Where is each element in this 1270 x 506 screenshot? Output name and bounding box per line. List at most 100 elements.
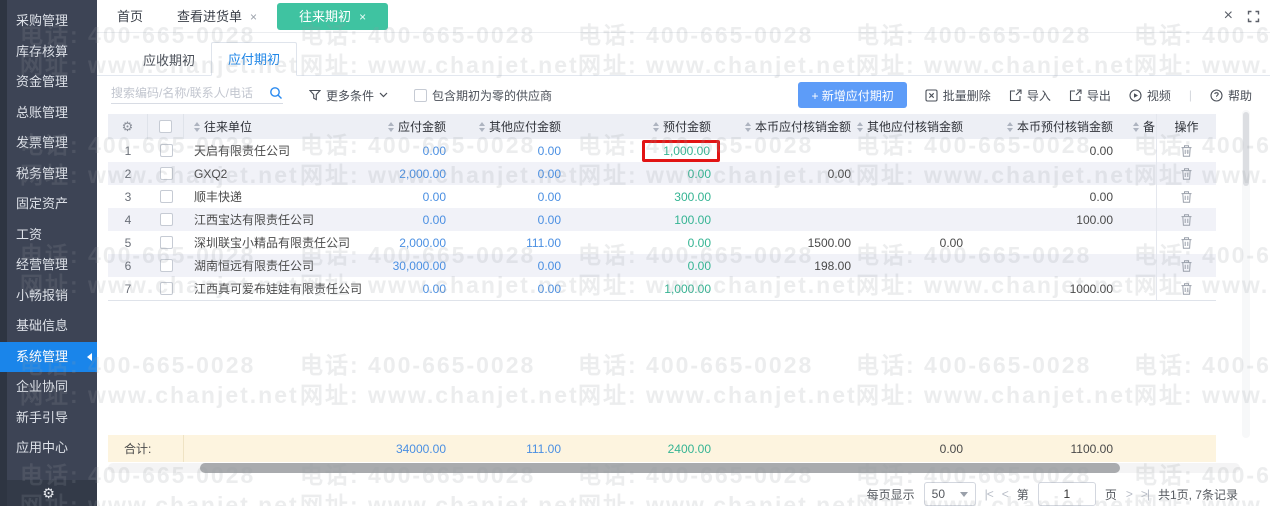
sidebar-item[interactable]: 总账管理: [0, 98, 97, 129]
video-button[interactable]: 视频: [1129, 87, 1171, 104]
header-label: 预付金额: [662, 120, 711, 134]
tab-首页[interactable]: 首页: [103, 3, 157, 30]
subtab-应付期初[interactable]: 应付期初: [211, 42, 298, 76]
header-cell[interactable]: 本币应付核销金额: [721, 118, 861, 135]
tab-查看进货单[interactable]: 查看进货单 ×: [163, 3, 271, 30]
header-cell[interactable]: 其他应付核销金额: [856, 118, 973, 135]
sidebar-item[interactable]: 资金管理: [0, 67, 97, 98]
sidebar-item[interactable]: 库存核算: [0, 37, 97, 68]
horizontal-scrollbar[interactable]: [108, 462, 1240, 474]
sidebar-item[interactable]: 应用中心: [0, 433, 97, 464]
sort-icon[interactable]: [1006, 121, 1013, 132]
row-checkbox[interactable]: [159, 167, 173, 180]
trash-icon[interactable]: [1181, 236, 1192, 249]
row-checkbox[interactable]: [159, 213, 173, 226]
first-page-icon[interactable]: |<: [985, 487, 994, 501]
close-icon[interactable]: ×: [1224, 8, 1233, 24]
help-button[interactable]: 帮助: [1210, 87, 1252, 104]
trash-icon[interactable]: [1181, 282, 1192, 295]
sidebar-item[interactable]: 采购管理: [0, 6, 97, 37]
row-checkbox[interactable]: [159, 282, 173, 295]
fullscreen-icon[interactable]: [1247, 10, 1260, 23]
row-checkbox[interactable]: [159, 190, 173, 203]
vertical-scrollbar[interactable]: [1242, 110, 1250, 438]
header-cell[interactable]: 应付金额: [356, 118, 456, 135]
last-page-icon[interactable]: >|: [1141, 487, 1150, 501]
horizontal-scrollbar-thumb[interactable]: [200, 463, 1120, 473]
header-cell[interactable]: 往来单位: [184, 118, 356, 135]
row-number-cell: 2: [108, 167, 148, 181]
settings-gear-icon[interactable]: ⚙: [42, 485, 55, 501]
search-icon[interactable]: [269, 86, 283, 100]
subtab-应收期初[interactable]: 应收期初: [127, 44, 211, 76]
sort-icon[interactable]: [194, 121, 200, 132]
select-all-checkbox[interactable]: [159, 120, 172, 133]
gear-icon[interactable]: ⚙: [122, 119, 134, 135]
page-number-input[interactable]: [1037, 482, 1096, 506]
table-row[interactable]: 2 GXQ2 2,000.00 0.00 0.00 0.00: [108, 162, 1216, 185]
batch-delete-button[interactable]: 批量删除: [925, 87, 991, 104]
include-zero-checkbox-item[interactable]: 包含期初为零的供应商: [414, 87, 552, 104]
prev-page-icon[interactable]: <: [1002, 487, 1009, 501]
sidebar-item[interactable]: 小畅报销: [0, 281, 97, 312]
row-checkbox[interactable]: [159, 259, 173, 272]
cell-value: 湖南恒远有限责任公司: [194, 259, 315, 273]
sort-icon[interactable]: [1133, 121, 1139, 132]
trash-icon[interactable]: [1181, 259, 1192, 272]
sidebar-item[interactable]: 经营管理: [0, 250, 97, 281]
sidebar-item[interactable]: 税务管理: [0, 159, 97, 190]
trash-icon[interactable]: [1181, 167, 1192, 180]
help-icon: [1210, 88, 1223, 102]
table-row[interactable]: 3 顺丰快递 0.00 0.00 300.00 0.00: [108, 185, 1216, 208]
trash-icon[interactable]: [1181, 213, 1192, 226]
cell-value: 0.00: [537, 281, 561, 296]
row-checkbox-cell: [148, 167, 184, 180]
sidebar-item[interactable]: 发票管理: [0, 128, 97, 159]
sidebar-item[interactable]: 工资: [0, 220, 97, 251]
table-row[interactable]: 7 江西真可爱布娃娃有限责任公司 0.00 0.00 1,000.00 1000.00: [108, 277, 1216, 300]
include-zero-checkbox[interactable]: [414, 88, 428, 102]
add-payable-opening-button[interactable]: + 新增应付期初: [798, 82, 907, 108]
sort-icon[interactable]: [478, 121, 485, 132]
cell-value: 1,000.00: [663, 143, 710, 158]
table-row[interactable]: 4 江西宝达有限责任公司 0.00 0.00 100.00 100.00: [108, 208, 1216, 231]
sort-icon[interactable]: [856, 121, 863, 132]
search-input[interactable]: [111, 86, 269, 100]
cell-value: 0.00: [827, 166, 851, 181]
row-checkbox[interactable]: [159, 144, 173, 157]
sidebar-item[interactable]: 固定资产: [0, 189, 97, 220]
trash-icon[interactable]: [1181, 190, 1192, 203]
sidebar-item[interactable]: 新手引导: [0, 403, 97, 434]
trash-icon[interactable]: [1181, 144, 1192, 157]
sort-icon[interactable]: [652, 121, 659, 132]
row-actions-cell: [1156, 254, 1216, 277]
row-checkbox[interactable]: [159, 236, 173, 249]
per-page-select[interactable]: 50: [923, 482, 976, 506]
row-number-cell: 1: [108, 144, 148, 158]
pagination: 每页显示 50 |< < 第 页 > >| 共1页, 7条记录: [97, 474, 1270, 506]
header-cell[interactable]: 备: [1123, 118, 1156, 135]
sidebar-item[interactable]: 系统管理: [0, 341, 97, 372]
more-filters-button[interactable]: 更多条件: [309, 87, 388, 104]
table-row[interactable]: 5 深圳联宝小精品有限责任公司 2,000.00 111.00 0.00 1500.00 0…: [108, 231, 1216, 254]
cell-value: 100.00: [1076, 212, 1113, 227]
header-label: 其他应付核销金额: [866, 120, 963, 134]
next-page-icon[interactable]: >: [1126, 487, 1133, 501]
sidebar-item[interactable]: 基础信息: [0, 311, 97, 342]
header-cell[interactable]: 其他应付金额: [456, 118, 571, 135]
vertical-scrollbar-thumb[interactable]: [1243, 112, 1249, 186]
header-cell[interactable]: 本币预付核销金额: [973, 118, 1123, 135]
table-row[interactable]: 1 天启有限责任公司 0.00 0.00 1,000.00 0.00: [108, 139, 1216, 162]
sidebar-item[interactable]: 企业协同: [0, 372, 97, 403]
table-row[interactable]: 6 湖南恒远有限责任公司 30,000.00 0.00 0.00 198.00: [108, 254, 1216, 277]
sort-icon[interactable]: [744, 121, 751, 132]
cell-payable: 0.00: [356, 144, 456, 158]
sort-icon[interactable]: [387, 121, 394, 132]
export-button[interactable]: 导出: [1069, 87, 1111, 104]
close-tab-icon[interactable]: ×: [359, 10, 366, 24]
cell-name: 顺丰快递: [184, 188, 356, 205]
import-button[interactable]: 导入: [1009, 87, 1051, 104]
header-cell[interactable]: 预付金额: [571, 118, 721, 135]
tab-往来期初[interactable]: 往来期初 ×: [277, 2, 389, 30]
close-tab-icon[interactable]: ×: [250, 10, 257, 24]
